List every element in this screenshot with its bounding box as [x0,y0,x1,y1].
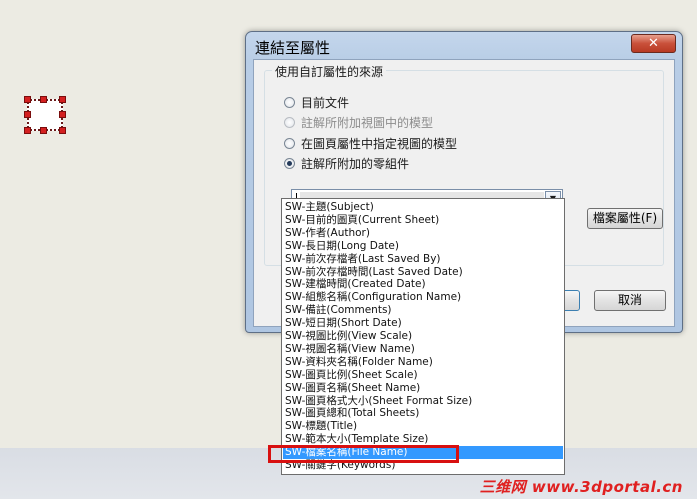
radio-icon[interactable] [284,158,295,169]
radio-label: 註解所附加視圖中的模型 [301,116,434,130]
dropdown-item[interactable]: SW-視圖比例(View Scale) [283,330,563,343]
selection-handle[interactable] [59,127,66,134]
selection-handle[interactable] [59,111,66,118]
dropdown-item[interactable]: SW-前次存檔時間(Last Saved Date) [283,266,563,279]
property-dropdown-list[interactable]: SW-主題(Subject) SW-目前的圖頁(Current Sheet) SW-… [281,198,565,475]
highlight-annotation-box [268,445,459,463]
file-properties-button[interactable]: 檔案屬性(F) [587,208,663,229]
radio-icon [284,117,295,128]
dropdown-item[interactable]: SW-主題(Subject) [283,201,563,214]
radio-label: 在圖頁屬性中指定視圖的模型 [301,137,458,151]
radio-icon[interactable] [284,97,295,108]
close-icon: ✕ [648,36,659,51]
dropdown-item[interactable]: SW-短日期(Short Date) [283,317,563,330]
radio-label: 註解所附加的零組件 [301,157,410,171]
selection-handle[interactable] [24,127,31,134]
radio-icon[interactable] [284,138,295,149]
radio-label: 目前文件 [301,96,350,110]
cancel-button[interactable]: 取消 [594,290,666,311]
group-title: 使用自訂屬性的來源 [272,63,387,80]
close-button[interactable]: ✕ [631,34,676,53]
selection-handle[interactable] [59,96,66,103]
watermark-text: 三维网 www.3dportal.cn [479,478,683,496]
radio-current-document[interactable]: 目前文件 [284,94,349,111]
radio-attached-component[interactable]: 註解所附加的零組件 [284,155,409,172]
selection-handle[interactable] [40,96,47,103]
dropdown-item[interactable]: SW-作者(Author) [283,227,563,240]
dropdown-item[interactable]: SW-長日期(Long Date) [283,240,563,253]
dialog-title: 連結至屬性 [255,39,331,57]
dropdown-item[interactable]: SW-目前的圖頁(Current Sheet) [283,214,563,227]
dropdown-item[interactable]: SW-視圖名稱(View Name) [283,343,563,356]
dropdown-item[interactable]: SW-圖頁名稱(Sheet Name) [283,382,563,395]
radio-model-in-view: 註解所附加視圖中的模型 [284,114,433,131]
selection-handle[interactable] [24,96,31,103]
dropdown-item[interactable]: SW-資料夾名稱(Folder Name) [283,356,563,369]
dropdown-item[interactable]: SW-標題(Title) [283,420,563,433]
radio-model-in-sheet-properties[interactable]: 在圖頁屬性中指定視圖的模型 [284,135,457,152]
dropdown-item[interactable]: SW-前次存檔者(Last Saved By) [283,253,563,266]
selection-handle[interactable] [24,111,31,118]
selected-annotation-note[interactable] [24,96,66,134]
dropdown-item[interactable]: SW-圖頁總和(Total Sheets) [283,407,563,420]
dropdown-item[interactable]: SW-圖頁比例(Sheet Scale) [283,369,563,382]
dropdown-item[interactable]: SW-備註(Comments) [283,304,563,317]
dropdown-item[interactable]: SW-建檔時間(Created Date) [283,278,563,291]
dropdown-item[interactable]: SW-組態名稱(Configuration Name) [283,291,563,304]
dropdown-item[interactable]: SW-圖頁格式大小(Sheet Format Size) [283,395,563,408]
selection-handle[interactable] [40,127,47,134]
